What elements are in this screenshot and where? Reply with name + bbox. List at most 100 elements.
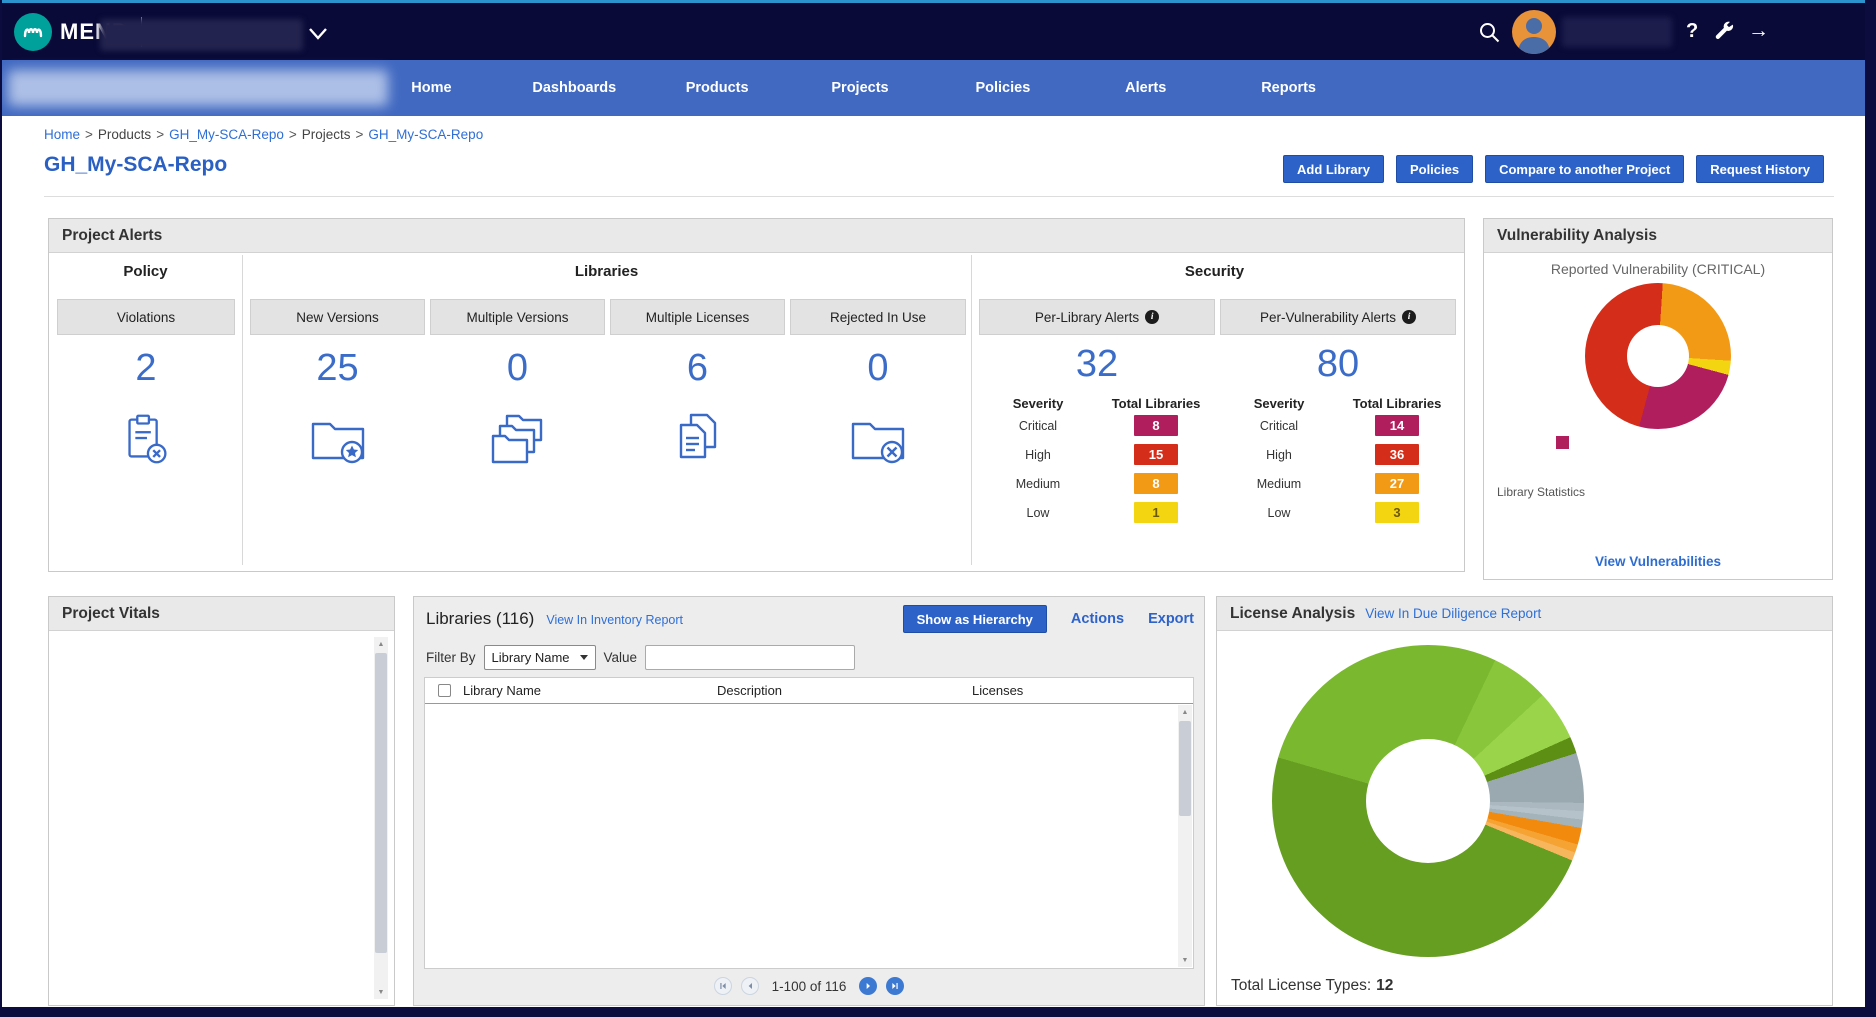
- severity-column-header: Severity: [1220, 396, 1338, 411]
- total-libraries-column-header: Total Libraries: [1097, 396, 1215, 411]
- breadcrumb-separator: >: [289, 127, 297, 142]
- help-icon[interactable]: ?: [1686, 20, 1698, 43]
- export-button[interactable]: Export: [1148, 611, 1194, 627]
- scrollbar-thumb[interactable]: [1179, 721, 1191, 816]
- scrollbar-thumb[interactable]: [375, 653, 387, 953]
- severity-label: Low: [979, 506, 1097, 520]
- mend-dashboard-page: MEND ? → HomeDashboardsProductsProjectsP…: [0, 0, 1876, 1017]
- group-policy-label: Policy: [49, 263, 242, 280]
- severity-row-critical: Critical 8: [979, 411, 1215, 440]
- chevron-down-icon[interactable]: [308, 27, 328, 45]
- severity-column-header: Severity: [979, 396, 1097, 411]
- nav-item-home[interactable]: Home: [360, 60, 503, 116]
- severity-row-low: Low3: [1220, 498, 1456, 527]
- info-icon[interactable]: i: [1402, 310, 1416, 324]
- clipboard-alert-icon: [57, 410, 235, 468]
- action-request-history[interactable]: Request History: [1696, 155, 1824, 183]
- vitals-scrollbar[interactable]: ▲ ▼: [374, 637, 388, 999]
- alert-tab-new-versions[interactable]: New Versions: [250, 299, 425, 335]
- pagination-text: 1-100 of 116: [772, 979, 847, 994]
- license-analysis-title: License Analysis: [1230, 605, 1355, 623]
- alert-tab-rejected-in-use[interactable]: Rejected In Use: [790, 299, 966, 335]
- settings-wrench-icon[interactable]: [1714, 21, 1735, 47]
- action-policies[interactable]: Policies: [1396, 155, 1473, 183]
- severity-row-medium: Medium27: [1220, 469, 1456, 498]
- scroll-up-icon[interactable]: ▲: [374, 637, 388, 651]
- severity-count-badge: 36: [1375, 444, 1419, 465]
- nav-item-projects[interactable]: Projects: [789, 60, 932, 116]
- security-table-per-vulnerability: Per-Vulnerability Alertsi80SeverityTotal…: [1220, 299, 1456, 527]
- due-diligence-report-link[interactable]: View In Due Diligence Report: [1365, 606, 1541, 621]
- filter-field-select[interactable]: Library Name: [484, 645, 596, 670]
- severity-label: Critical: [979, 419, 1097, 433]
- next-page-button[interactable]: [859, 977, 877, 995]
- libraries-title: Libraries (116): [426, 609, 534, 629]
- scroll-up-icon[interactable]: ▲: [1178, 705, 1192, 719]
- actions-button[interactable]: Actions: [1071, 611, 1124, 627]
- breadcrumb-segment[interactable]: Home: [44, 127, 80, 142]
- window-top-accent: [0, 0, 1876, 3]
- col-licenses: Licenses: [972, 683, 1193, 698]
- severity-table-header: SeverityTotal Libraries: [1220, 396, 1456, 411]
- table-header-row: Library Name Description Licenses: [425, 678, 1193, 704]
- show-as-hierarchy-button[interactable]: Show as Hierarchy: [903, 605, 1047, 633]
- alert-count: 25: [250, 347, 425, 390]
- view-inventory-report-link[interactable]: View In Inventory Report: [546, 613, 683, 627]
- security-tab-label: Per-Vulnerability Alerts: [1260, 310, 1396, 325]
- mend-logo-icon: [14, 13, 52, 51]
- nav-item-policies[interactable]: Policies: [931, 60, 1074, 116]
- organization-selector-redacted[interactable]: [100, 19, 303, 51]
- alert-tab-multiple-versions[interactable]: Multiple Versions: [430, 299, 605, 335]
- vulnerability-chart-subtitle: Reported Vulnerability (CRITICAL): [1484, 261, 1832, 277]
- scroll-down-icon[interactable]: ▼: [374, 985, 388, 999]
- first-page-button[interactable]: [714, 977, 732, 995]
- severity-label: High: [979, 448, 1097, 462]
- info-icon[interactable]: i: [1145, 310, 1159, 324]
- nav-item-products[interactable]: Products: [646, 60, 789, 116]
- breadcrumb-separator: >: [85, 127, 93, 142]
- nav-context-redacted: [8, 70, 388, 106]
- prev-page-button[interactable]: [741, 977, 759, 995]
- view-vulnerabilities-link[interactable]: View Vulnerabilities: [1484, 554, 1832, 569]
- user-avatar[interactable]: [1512, 10, 1556, 54]
- breadcrumb-separator: >: [356, 127, 364, 142]
- username-redacted: [1562, 17, 1672, 47]
- nav-menu: HomeDashboardsProductsProjectsPoliciesAl…: [360, 60, 1360, 116]
- severity-label: Low: [1220, 506, 1338, 520]
- libraries-buttons: Show as Hierarchy Actions Export: [903, 605, 1194, 633]
- search-icon[interactable]: [1478, 21, 1501, 49]
- alert-count: 6: [610, 347, 785, 390]
- alert-column-multiple-licenses: Multiple Licenses 6: [610, 299, 785, 468]
- security-tab-per-vulnerability-alerts[interactable]: Per-Vulnerability Alerts i: [1220, 299, 1456, 335]
- page-action-buttons: Add Library Policies Compare to another Pr…: [1283, 155, 1824, 183]
- table-scrollbar[interactable]: ▲ ▼: [1178, 705, 1192, 967]
- alert-tab-multiple-licenses[interactable]: Multiple Licenses: [610, 299, 785, 335]
- libraries-panel: Libraries (116) View In Inventory Report…: [413, 596, 1205, 1006]
- total-license-types-label: Total License Types:: [1231, 977, 1371, 994]
- severity-count-badge: 27: [1375, 473, 1419, 494]
- nav-item-reports[interactable]: Reports: [1217, 60, 1360, 116]
- breadcrumb-segment[interactable]: GH_My-SCA-Repo: [368, 127, 483, 142]
- security-tab-label: Per-Library Alerts: [1035, 310, 1139, 325]
- nav-item-dashboards[interactable]: Dashboards: [503, 60, 646, 116]
- project-vitals-title: Project Vitals: [62, 605, 160, 623]
- breadcrumb-segment[interactable]: GH_My-SCA-Repo: [169, 127, 284, 142]
- security-tab-per-library-alerts[interactable]: Per-Library Alerts i: [979, 299, 1215, 335]
- libraries-titlerow: Libraries (116) View In Inventory Report: [426, 609, 683, 629]
- alert-tab-violations[interactable]: Violations: [57, 299, 235, 335]
- window-bottom-border: [0, 1007, 1876, 1017]
- severity-count-badge: 8: [1134, 415, 1178, 436]
- vulnerability-analysis-panel: Vulnerability Analysis Reported Vulnerab…: [1483, 218, 1833, 580]
- select-arrow-icon: [580, 655, 588, 660]
- license-donut-chart: [1272, 645, 1584, 957]
- select-all-checkbox[interactable]: [438, 684, 451, 697]
- breadcrumb-segment: Projects: [302, 127, 351, 142]
- logout-arrow-icon[interactable]: →: [1748, 19, 1769, 43]
- scroll-down-icon[interactable]: ▼: [1178, 953, 1192, 967]
- filter-value-input[interactable]: [645, 645, 855, 670]
- action-compare-to-another-project[interactable]: Compare to another Project: [1485, 155, 1684, 183]
- action-add-library[interactable]: Add Library: [1283, 155, 1384, 183]
- breadcrumb-separator: >: [156, 127, 164, 142]
- last-page-button[interactable]: [886, 977, 904, 995]
- nav-item-alerts[interactable]: Alerts: [1074, 60, 1217, 116]
